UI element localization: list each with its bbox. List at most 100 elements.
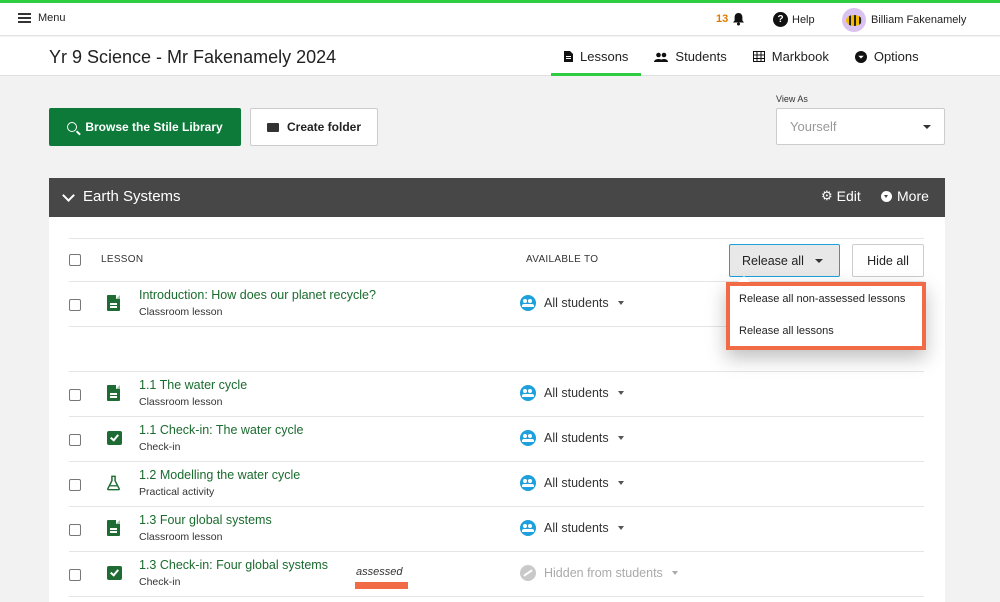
row-checkbox[interactable] bbox=[69, 434, 81, 446]
caret-down-icon bbox=[671, 571, 678, 575]
availability-label: All students bbox=[544, 521, 609, 535]
document-icon bbox=[107, 520, 120, 536]
document-icon bbox=[107, 385, 120, 401]
search-icon bbox=[67, 122, 78, 132]
create-folder-button[interactable]: Create folder bbox=[250, 108, 378, 146]
chevron-down-icon[interactable] bbox=[62, 189, 75, 202]
bell-icon bbox=[733, 13, 745, 26]
browse-library-button[interactable]: Browse the Stile Library bbox=[49, 108, 241, 146]
table-row: 1.1 The water cycle Classroom lesson All… bbox=[69, 372, 924, 417]
more-button[interactable]: More bbox=[881, 188, 929, 204]
eye-slash-icon bbox=[520, 565, 536, 581]
document-icon bbox=[107, 295, 120, 311]
availability-label: All students bbox=[544, 476, 609, 490]
notifications-button[interactable]: 13 bbox=[716, 12, 745, 26]
lesson-title[interactable]: 1.1 The water cycle bbox=[139, 378, 247, 392]
view-as-label: View As bbox=[776, 94, 808, 104]
view-as-select[interactable]: Yourself bbox=[776, 108, 945, 145]
tab-students[interactable]: Students bbox=[641, 37, 739, 76]
assessed-tag: assessed bbox=[356, 566, 403, 578]
menu-label: Menu bbox=[38, 12, 66, 24]
availability-select[interactable]: All students bbox=[520, 520, 624, 536]
row-checkbox[interactable] bbox=[69, 389, 81, 401]
select-all-checkbox[interactable] bbox=[69, 254, 81, 266]
row-checkbox[interactable] bbox=[69, 479, 81, 491]
tab-lessons[interactable]: Lessons bbox=[551, 37, 642, 76]
page-title: Yr 9 Science - Mr Fakenamely 2024 bbox=[49, 47, 337, 67]
grid-icon bbox=[752, 51, 765, 62]
edit-label: Edit bbox=[836, 188, 861, 204]
notification-count: 13 bbox=[716, 13, 729, 25]
menu-item-release-all[interactable]: Release all lessons bbox=[739, 325, 834, 337]
tab-label: Students bbox=[675, 49, 727, 64]
user-menu[interactable]: Billiam Fakenamely bbox=[842, 8, 966, 32]
tab-label: Markbook bbox=[771, 49, 829, 64]
availability-select[interactable]: All students bbox=[520, 295, 624, 311]
release-all-button[interactable]: Release all bbox=[729, 244, 840, 277]
checkin-icon bbox=[107, 431, 122, 445]
lesson-title[interactable]: 1.2 Modelling the water cycle bbox=[139, 468, 300, 482]
course-nav: Lessons Students Markbook Options bbox=[551, 37, 932, 76]
release-all-label: Release all bbox=[742, 253, 804, 268]
row-checkbox[interactable] bbox=[69, 299, 81, 311]
tab-label: Lessons bbox=[580, 49, 629, 64]
people-icon bbox=[654, 52, 669, 62]
availability-select[interactable]: Hidden from students bbox=[520, 565, 678, 581]
help-label: Help bbox=[792, 13, 815, 26]
hamburger-icon bbox=[18, 13, 31, 23]
caret-down-icon bbox=[617, 301, 624, 305]
lesson-title[interactable]: 1.3 Check-in: Four global systems bbox=[139, 558, 328, 572]
menu-item-release-non-assessed[interactable]: Release all non-assessed lessons bbox=[739, 293, 905, 305]
more-label: More bbox=[897, 188, 929, 204]
chevron-circle-icon bbox=[881, 190, 892, 202]
tab-options[interactable]: Options bbox=[842, 37, 932, 76]
availability-label: Hidden from students bbox=[544, 566, 663, 580]
checkin-icon bbox=[107, 566, 122, 580]
hide-all-button[interactable]: Hide all bbox=[852, 244, 924, 277]
lesson-type: Classroom lesson bbox=[139, 531, 223, 543]
column-header-lesson: LESSON bbox=[101, 254, 144, 265]
availability-label: All students bbox=[544, 386, 609, 400]
people-icon bbox=[520, 475, 536, 491]
help-button[interactable]: ? Help bbox=[773, 12, 815, 27]
tab-label: Options bbox=[873, 49, 919, 64]
availability-select[interactable]: All students bbox=[520, 475, 624, 491]
lesson-type: Check-in bbox=[139, 576, 181, 588]
row-checkbox[interactable] bbox=[69, 524, 81, 536]
lesson-type: Classroom lesson bbox=[139, 306, 223, 318]
course-header: Yr 9 Science - Mr Fakenamely 2024 Lesson… bbox=[0, 37, 1000, 76]
people-icon bbox=[520, 295, 536, 311]
user-name: Billiam Fakenamely bbox=[871, 14, 967, 26]
availability-select[interactable]: All students bbox=[520, 430, 624, 446]
availability-label: All students bbox=[544, 296, 609, 310]
lesson-title[interactable]: 1.1 Check-in: The water cycle bbox=[139, 423, 303, 437]
folder-header[interactable]: Earth Systems ⚙ Edit More bbox=[49, 178, 945, 217]
assessed-highlight bbox=[355, 582, 408, 589]
lessons-panel: LESSON AVAILABLE TO Release all Hide all… bbox=[49, 217, 945, 602]
availability-label: All students bbox=[544, 431, 609, 445]
row-checkbox[interactable] bbox=[69, 569, 81, 581]
table-row: 1.1 Check-in: The water cycle Check-in A… bbox=[69, 417, 924, 462]
edit-folder-button[interactable]: ⚙ Edit bbox=[821, 188, 861, 204]
folder-icon bbox=[266, 122, 279, 132]
lesson-title[interactable]: 1.3 Four global systems bbox=[139, 513, 272, 527]
caret-down-icon bbox=[617, 526, 624, 530]
create-folder-label: Create folder bbox=[286, 120, 362, 134]
caret-down-icon bbox=[617, 436, 624, 440]
column-header-available: AVAILABLE TO bbox=[526, 254, 599, 265]
people-icon bbox=[520, 385, 536, 401]
availability-select[interactable]: All students bbox=[520, 385, 624, 401]
lesson-title[interactable]: Introduction: How does our planet recycl… bbox=[139, 288, 376, 302]
lesson-type: Classroom lesson bbox=[139, 396, 223, 408]
caret-down-icon bbox=[923, 125, 931, 129]
caret-down-icon bbox=[814, 258, 823, 263]
chevron-circle-icon bbox=[854, 50, 867, 63]
menu-button[interactable]: Menu bbox=[18, 12, 66, 24]
tab-markbook[interactable]: Markbook bbox=[740, 37, 842, 76]
top-bar: Menu 13 ? Help Billiam Fakenamely bbox=[0, 3, 1000, 36]
browse-label: Browse the Stile Library bbox=[85, 120, 223, 134]
table-row: 1.3 Check-in: Four global systems Check-… bbox=[69, 552, 924, 597]
caret-down-icon bbox=[617, 391, 624, 395]
people-icon bbox=[520, 430, 536, 446]
folder-name: Earth Systems bbox=[83, 188, 181, 205]
